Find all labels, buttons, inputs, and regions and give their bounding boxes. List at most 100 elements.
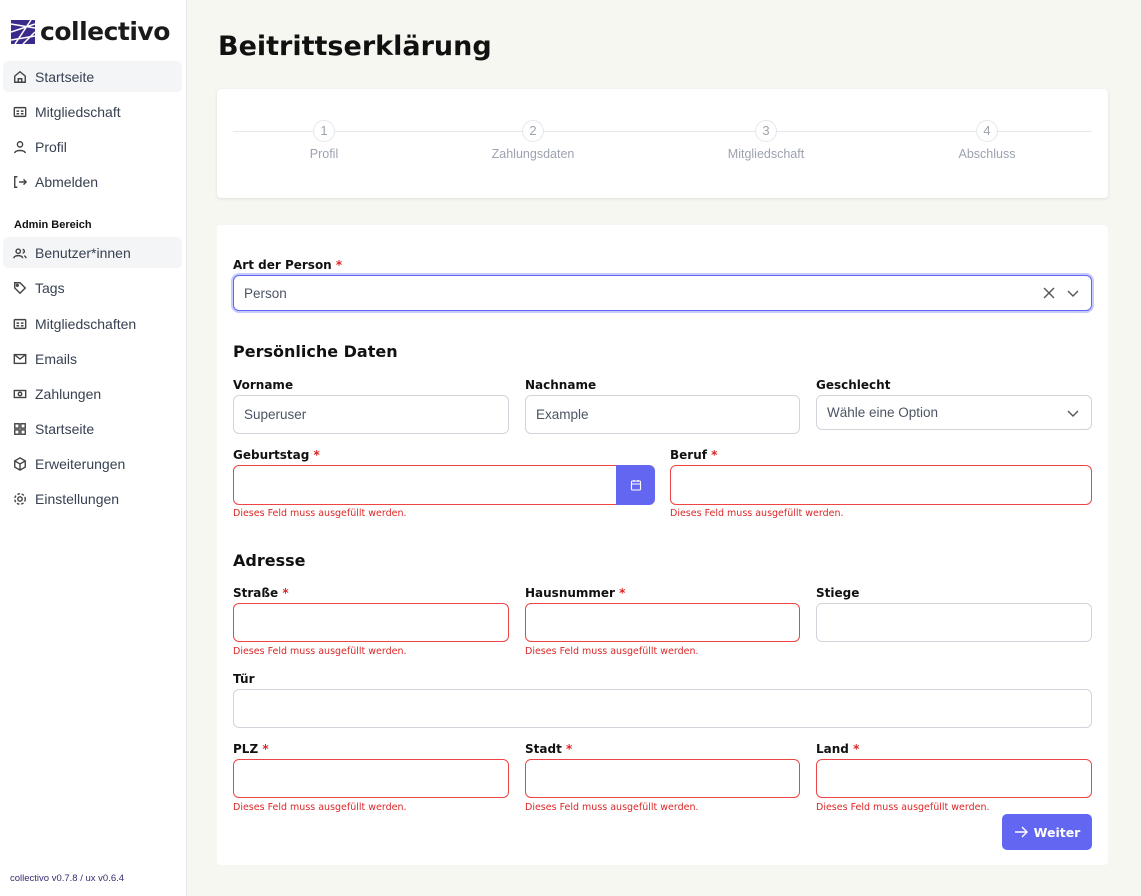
geschlecht-label: Geschlecht bbox=[816, 378, 891, 392]
plz-input[interactable] bbox=[233, 759, 509, 798]
stiege-label: Stiege bbox=[816, 586, 860, 600]
step-mitgliedschaft: 3 Mitgliedschaft bbox=[706, 120, 826, 161]
art-label: Art der Person * bbox=[233, 258, 343, 272]
plz-label: PLZ * bbox=[233, 742, 269, 756]
nav-label: Abmelden bbox=[35, 173, 99, 190]
sidebar-item-profil[interactable]: Profil bbox=[3, 131, 182, 162]
step-label: Profil bbox=[309, 147, 339, 161]
stadt-label: Stadt * bbox=[525, 742, 573, 756]
stadt-error: Dieses Feld muss ausgefüllt werden. bbox=[525, 802, 699, 813]
sidebar-item-erweiterungen[interactable]: Erweiterungen bbox=[3, 448, 182, 479]
calendar-icon bbox=[630, 480, 641, 491]
sidebar-item-mitgliedschaft[interactable]: Mitgliedschaft bbox=[3, 96, 182, 127]
land-label: Land * bbox=[816, 742, 860, 756]
version-text: collectivo v0.7.8 / ux v0.6.4 bbox=[10, 873, 125, 884]
sidebar-item-benutzer[interactable]: Benutzer*innen bbox=[3, 237, 182, 268]
sidebar-item-zahlungen[interactable]: Zahlungen bbox=[3, 378, 182, 409]
stiege-input[interactable] bbox=[816, 603, 1092, 642]
step-profil: 1 Profil bbox=[264, 120, 384, 161]
app-name: collectivo bbox=[40, 17, 170, 46]
land-error: Dieses Feld muss ausgefüllt werden. bbox=[816, 802, 990, 813]
tuer-input[interactable] bbox=[233, 689, 1092, 728]
id-card-icon bbox=[13, 318, 27, 329]
nachname-input[interactable]: Example bbox=[525, 395, 800, 434]
chevron-down-icon[interactable] bbox=[1067, 287, 1079, 299]
nav-label: Einstellungen bbox=[35, 490, 120, 507]
strasse-error: Dieses Feld muss ausgefüllt werden. bbox=[233, 646, 407, 657]
nav-label: Startseite bbox=[35, 68, 95, 85]
section-personal: Persönliche Daten bbox=[233, 342, 398, 361]
geburtstag-input[interactable] bbox=[233, 465, 617, 505]
logo[interactable]: collectivo bbox=[11, 17, 170, 46]
step-number: 3 bbox=[755, 120, 777, 142]
mail-icon bbox=[13, 353, 27, 364]
user-icon bbox=[14, 140, 26, 153]
logout-icon bbox=[14, 175, 27, 188]
money-icon bbox=[13, 389, 27, 398]
nav-label: Benutzer*innen bbox=[35, 244, 131, 261]
strasse-input[interactable] bbox=[233, 603, 509, 642]
beruf-input[interactable] bbox=[670, 465, 1092, 505]
nav-label: Tags bbox=[35, 279, 65, 296]
date-picker-button[interactable] bbox=[616, 465, 655, 505]
clear-icon[interactable] bbox=[1043, 287, 1055, 299]
nav-label: Zahlungen bbox=[35, 385, 102, 402]
hausnummer-error: Dieses Feld muss ausgefüllt werden. bbox=[525, 646, 699, 657]
stepper: 1 Profil 2 Zahlungsdaten 3 Mitgliedschaft 4… bbox=[217, 89, 1108, 198]
hausnummer-label: Hausnummer * bbox=[525, 586, 626, 600]
step-label: Abschluss bbox=[958, 147, 1016, 161]
cube-icon bbox=[14, 456, 26, 471]
step-number: 1 bbox=[313, 120, 335, 142]
art-select[interactable]: Person bbox=[233, 275, 1092, 311]
plz-error: Dieses Feld muss ausgefüllt werden. bbox=[233, 802, 407, 813]
nav-label: Emails bbox=[35, 350, 78, 367]
tuer-label: Tür bbox=[233, 672, 255, 686]
art-value: Person bbox=[244, 285, 287, 301]
sidebar-item-startseite-admin[interactable]: Startseite bbox=[3, 413, 182, 444]
sidebar-item-emails[interactable]: Emails bbox=[3, 343, 182, 374]
geburtstag-error: Dieses Feld muss ausgefüllt werden. bbox=[233, 508, 407, 519]
page-title: Beitrittserklärung bbox=[218, 31, 492, 62]
sidebar-item-abmelden[interactable]: Abmelden bbox=[3, 166, 182, 197]
step-abschluss: 4 Abschluss bbox=[927, 120, 1047, 161]
land-input[interactable] bbox=[816, 759, 1092, 798]
users-icon bbox=[13, 247, 27, 258]
admin-heading: Admin Bereich bbox=[14, 219, 92, 231]
geschlecht-select[interactable]: Wähle eine Option bbox=[816, 395, 1092, 430]
home-icon bbox=[14, 70, 26, 83]
section-address: Adresse bbox=[233, 551, 306, 570]
step-label: Zahlungsdaten bbox=[491, 147, 575, 161]
sidebar-item-einstellungen[interactable]: Einstellungen bbox=[3, 483, 182, 514]
chevron-down-icon bbox=[1067, 410, 1079, 417]
id-card-icon bbox=[13, 106, 27, 117]
sidebar-item-mitgliedschaften[interactable]: Mitgliedschaften bbox=[3, 308, 182, 339]
sidebar-item-startseite[interactable]: Startseite bbox=[3, 61, 182, 92]
step-label: Mitgliedschaft bbox=[727, 147, 805, 161]
next-button[interactable]: Weiter bbox=[1002, 814, 1092, 850]
sidebar: collectivo Startseite Mitgliedschaft Pro… bbox=[0, 0, 187, 896]
nav-label: Startseite bbox=[35, 420, 95, 437]
vorname-input[interactable]: Superuser bbox=[233, 395, 509, 434]
geschlecht-placeholder: Wähle eine Option bbox=[827, 405, 939, 420]
nav-label: Mitgliedschaft bbox=[35, 103, 121, 120]
nav-label: Mitgliedschaften bbox=[35, 315, 137, 332]
next-label: Weiter bbox=[1033, 824, 1081, 840]
hausnummer-input[interactable] bbox=[525, 603, 800, 642]
gear-icon bbox=[14, 492, 26, 505]
nachname-label: Nachname bbox=[525, 378, 597, 392]
membership-form: Art der Person * Person Persönliche Date… bbox=[217, 225, 1108, 865]
geburtstag-label: Geburtstag * bbox=[233, 448, 320, 462]
vorname-value: Superuser bbox=[244, 407, 307, 422]
nachname-value: Example bbox=[536, 407, 589, 422]
arrow-right-icon bbox=[1014, 826, 1028, 838]
select-controls bbox=[1043, 287, 1079, 299]
beruf-label: Beruf * bbox=[670, 448, 718, 462]
tag-icon bbox=[14, 281, 27, 294]
sidebar-item-tags[interactable]: Tags bbox=[3, 272, 182, 303]
nav-label: Erweiterungen bbox=[35, 455, 126, 472]
collectivo-logo-icon bbox=[11, 19, 35, 44]
stadt-input[interactable] bbox=[525, 759, 800, 798]
vorname-label: Vorname bbox=[233, 378, 294, 392]
strasse-label: Straße * bbox=[233, 586, 289, 600]
grid-icon bbox=[14, 422, 26, 435]
